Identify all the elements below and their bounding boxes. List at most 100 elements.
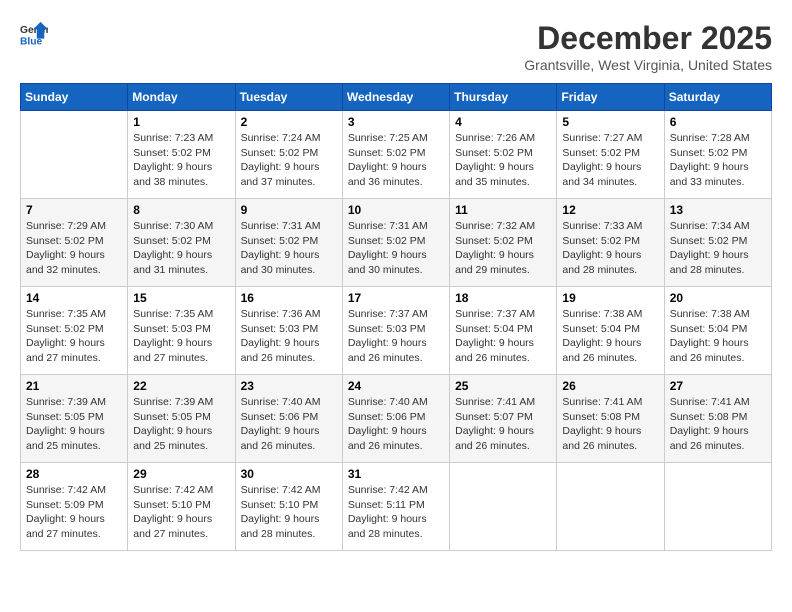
weekday-header-thursday: Thursday	[450, 84, 557, 111]
day-info: Sunrise: 7:28 AMSunset: 5:02 PMDaylight:…	[670, 131, 766, 190]
day-info: Sunrise: 7:35 AMSunset: 5:03 PMDaylight:…	[133, 307, 229, 366]
day-info: Sunrise: 7:37 AMSunset: 5:04 PMDaylight:…	[455, 307, 551, 366]
day-number: 2	[241, 115, 337, 129]
calendar-cell: 2 Sunrise: 7:24 AMSunset: 5:02 PMDaylight…	[235, 111, 342, 199]
day-info: Sunrise: 7:39 AMSunset: 5:05 PMDaylight:…	[133, 395, 229, 454]
day-info: Sunrise: 7:41 AMSunset: 5:08 PMDaylight:…	[562, 395, 658, 454]
calendar-cell: 28 Sunrise: 7:42 AMSunset: 5:09 PMDayligh…	[21, 463, 128, 551]
calendar-cell	[450, 463, 557, 551]
day-number: 29	[133, 467, 229, 481]
calendar-cell: 20 Sunrise: 7:38 AMSunset: 5:04 PMDayligh…	[664, 287, 771, 375]
day-info: Sunrise: 7:41 AMSunset: 5:08 PMDaylight:…	[670, 395, 766, 454]
month-title: December 2025	[524, 20, 772, 57]
calendar-cell: 5 Sunrise: 7:27 AMSunset: 5:02 PMDaylight…	[557, 111, 664, 199]
calendar-cell: 24 Sunrise: 7:40 AMSunset: 5:06 PMDayligh…	[342, 375, 449, 463]
day-number: 12	[562, 203, 658, 217]
day-number: 22	[133, 379, 229, 393]
calendar-cell	[21, 111, 128, 199]
day-number: 5	[562, 115, 658, 129]
day-info: Sunrise: 7:24 AMSunset: 5:02 PMDaylight:…	[241, 131, 337, 190]
day-number: 13	[670, 203, 766, 217]
weekday-header-wednesday: Wednesday	[342, 84, 449, 111]
calendar-cell: 10 Sunrise: 7:31 AMSunset: 5:02 PMDayligh…	[342, 199, 449, 287]
day-number: 18	[455, 291, 551, 305]
calendar-cell: 15 Sunrise: 7:35 AMSunset: 5:03 PMDayligh…	[128, 287, 235, 375]
day-number: 14	[26, 291, 122, 305]
day-info: Sunrise: 7:36 AMSunset: 5:03 PMDaylight:…	[241, 307, 337, 366]
calendar-cell: 30Sunrise: 7:42 AMSunset: 5:10 PMDayligh…	[235, 463, 342, 551]
calendar-cell: 1 Sunrise: 7:23 AMSunset: 5:02 PMDaylight…	[128, 111, 235, 199]
title-block: December 2025 Grantsville, West Virginia…	[524, 20, 772, 73]
calendar-cell	[664, 463, 771, 551]
weekday-header-tuesday: Tuesday	[235, 84, 342, 111]
weekday-header-sunday: Sunday	[21, 84, 128, 111]
day-info: Sunrise: 7:31 AMSunset: 5:02 PMDaylight:…	[241, 219, 337, 278]
day-number: 20	[670, 291, 766, 305]
day-number: 10	[348, 203, 444, 217]
weekday-header-saturday: Saturday	[664, 84, 771, 111]
day-info: Sunrise: 7:34 AMSunset: 5:02 PMDaylight:…	[670, 219, 766, 278]
day-number: 1	[133, 115, 229, 129]
day-number: 26	[562, 379, 658, 393]
day-info: Sunrise: 7:27 AMSunset: 5:02 PMDaylight:…	[562, 131, 658, 190]
day-info: Sunrise: 7:33 AMSunset: 5:02 PMDaylight:…	[562, 219, 658, 278]
calendar-cell	[557, 463, 664, 551]
calendar-cell: 13 Sunrise: 7:34 AMSunset: 5:02 PMDayligh…	[664, 199, 771, 287]
calendar-cell: 23 Sunrise: 7:40 AMSunset: 5:06 PMDayligh…	[235, 375, 342, 463]
day-number: 27	[670, 379, 766, 393]
calendar-cell: 31 Sunrise: 7:42 AMSunset: 5:11 PMDayligh…	[342, 463, 449, 551]
day-number: 31	[348, 467, 444, 481]
day-number: 28	[26, 467, 122, 481]
calendar-cell: 26 Sunrise: 7:41 AMSunset: 5:08 PMDayligh…	[557, 375, 664, 463]
day-number: 11	[455, 203, 551, 217]
day-info: Sunrise: 7:42 AMSunset: 5:11 PMDaylight:…	[348, 483, 444, 542]
calendar-cell: 3Sunrise: 7:25 AMSunset: 5:02 PMDaylight…	[342, 111, 449, 199]
calendar-cell: 29 Sunrise: 7:42 AMSunset: 5:10 PMDayligh…	[128, 463, 235, 551]
location: Grantsville, West Virginia, United State…	[524, 57, 772, 73]
day-info: Sunrise: 7:31 AMSunset: 5:02 PMDaylight:…	[348, 219, 444, 278]
day-info: Sunrise: 7:26 AMSunset: 5:02 PMDaylight:…	[455, 131, 551, 190]
calendar-cell: 12 Sunrise: 7:33 AMSunset: 5:02 PMDayligh…	[557, 199, 664, 287]
calendar-table: SundayMondayTuesdayWednesdayThursdayFrid…	[20, 83, 772, 551]
day-info: Sunrise: 7:29 AMSunset: 5:02 PMDaylight:…	[26, 219, 122, 278]
day-number: 23	[241, 379, 337, 393]
day-info: Sunrise: 7:42 AMSunset: 5:09 PMDaylight:…	[26, 483, 122, 542]
day-info: Sunrise: 7:23 AMSunset: 5:02 PMDaylight:…	[133, 131, 229, 190]
calendar-cell: 19Sunrise: 7:38 AMSunset: 5:04 PMDayligh…	[557, 287, 664, 375]
calendar-cell: 17Sunrise: 7:37 AMSunset: 5:03 PMDayligh…	[342, 287, 449, 375]
day-number: 6	[670, 115, 766, 129]
weekday-header-friday: Friday	[557, 84, 664, 111]
day-number: 15	[133, 291, 229, 305]
day-info: Sunrise: 7:39 AMSunset: 5:05 PMDaylight:…	[26, 395, 122, 454]
logo: General Blue	[20, 20, 48, 48]
day-number: 9	[241, 203, 337, 217]
calendar-cell: 14 Sunrise: 7:35 AMSunset: 5:02 PMDayligh…	[21, 287, 128, 375]
day-number: 17	[348, 291, 444, 305]
calendar-cell: 21 Sunrise: 7:39 AMSunset: 5:05 PMDayligh…	[21, 375, 128, 463]
day-info: Sunrise: 7:40 AMSunset: 5:06 PMDaylight:…	[348, 395, 444, 454]
day-info: Sunrise: 7:30 AMSunset: 5:02 PMDaylight:…	[133, 219, 229, 278]
calendar-cell: 25 Sunrise: 7:41 AMSunset: 5:07 PMDayligh…	[450, 375, 557, 463]
day-number: 19	[562, 291, 658, 305]
day-info: Sunrise: 7:38 AMSunset: 5:04 PMDaylight:…	[670, 307, 766, 366]
day-number: 3	[348, 115, 444, 129]
calendar-cell: 7Sunrise: 7:29 AMSunset: 5:02 PMDaylight…	[21, 199, 128, 287]
calendar-cell: 16 Sunrise: 7:36 AMSunset: 5:03 PMDayligh…	[235, 287, 342, 375]
calendar-cell: 22 Sunrise: 7:39 AMSunset: 5:05 PMDayligh…	[128, 375, 235, 463]
day-number: 8	[133, 203, 229, 217]
calendar-cell: 18 Sunrise: 7:37 AMSunset: 5:04 PMDayligh…	[450, 287, 557, 375]
weekday-header-monday: Monday	[128, 84, 235, 111]
day-number: 16	[241, 291, 337, 305]
day-info: Sunrise: 7:40 AMSunset: 5:06 PMDaylight:…	[241, 395, 337, 454]
day-info: Sunrise: 7:42 AMSunset: 5:10 PMDaylight:…	[133, 483, 229, 542]
day-info: Sunrise: 7:35 AMSunset: 5:02 PMDaylight:…	[26, 307, 122, 366]
calendar-cell: 11 Sunrise: 7:32 AMSunset: 5:02 PMDayligh…	[450, 199, 557, 287]
day-number: 21	[26, 379, 122, 393]
day-number: 25	[455, 379, 551, 393]
calendar-cell: 8 Sunrise: 7:30 AMSunset: 5:02 PMDaylight…	[128, 199, 235, 287]
day-info: Sunrise: 7:41 AMSunset: 5:07 PMDaylight:…	[455, 395, 551, 454]
day-number: 24	[348, 379, 444, 393]
calendar-cell: 27 Sunrise: 7:41 AMSunset: 5:08 PMDayligh…	[664, 375, 771, 463]
day-info: Sunrise: 7:32 AMSunset: 5:02 PMDaylight:…	[455, 219, 551, 278]
page-header: General Blue December 2025 Grantsville, …	[20, 20, 772, 73]
